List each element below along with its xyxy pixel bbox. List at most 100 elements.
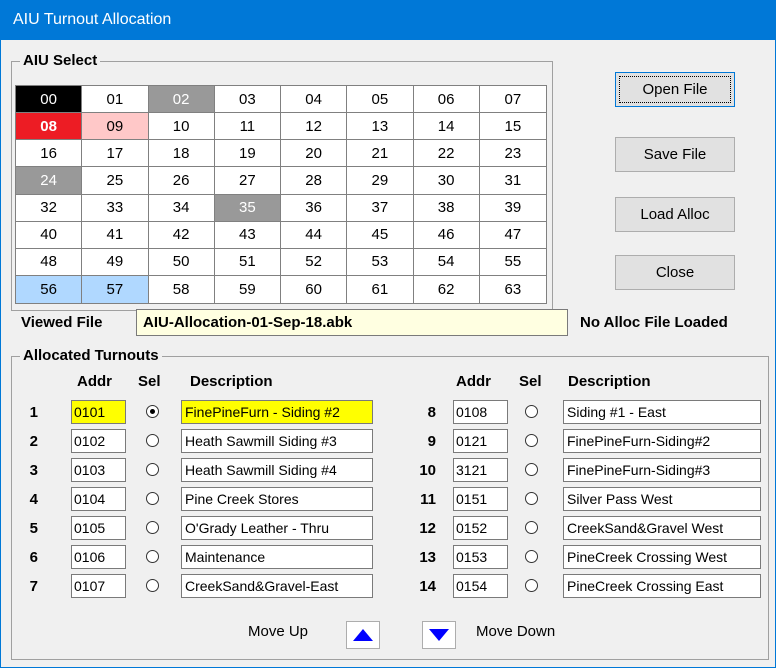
turnout-select-radio[interactable] xyxy=(146,521,159,534)
aiu-cell[interactable]: 31 xyxy=(479,167,546,195)
load-alloc-button[interactable]: Load Alloc xyxy=(615,197,735,232)
aiu-cell[interactable]: 27 xyxy=(214,167,281,195)
aiu-cell[interactable]: 37 xyxy=(347,194,414,222)
aiu-cell[interactable]: 61 xyxy=(347,275,414,303)
aiu-cell[interactable]: 32 xyxy=(16,194,83,222)
aiu-cell[interactable]: 55 xyxy=(479,249,546,276)
turnout-addr-field[interactable]: 0153 xyxy=(453,545,508,569)
turnout-description-field[interactable]: Silver Pass West xyxy=(563,487,761,511)
turnout-select-radio[interactable] xyxy=(525,405,538,418)
turnout-select-radio[interactable] xyxy=(525,579,538,592)
aiu-cell[interactable]: 50 xyxy=(148,248,215,276)
aiu-cell[interactable]: 01 xyxy=(82,86,149,114)
turnout-select-radio[interactable] xyxy=(525,550,538,563)
turnout-addr-field[interactable]: 0102 xyxy=(71,429,126,453)
aiu-cell[interactable]: 02 xyxy=(148,86,215,114)
aiu-cell[interactable]: 07 xyxy=(479,86,546,114)
aiu-cell[interactable]: 15 xyxy=(479,113,546,141)
aiu-cell[interactable]: 18 xyxy=(148,140,215,168)
aiu-cell[interactable]: 16 xyxy=(16,140,83,168)
aiu-cell[interactable]: 48 xyxy=(16,248,83,276)
move-up-button[interactable] xyxy=(346,621,380,649)
aiu-cell[interactable]: 23 xyxy=(479,140,546,168)
turnout-addr-field[interactable]: 3121 xyxy=(453,458,508,482)
aiu-cell[interactable]: 20 xyxy=(281,140,348,168)
turnout-select-radio[interactable] xyxy=(146,492,159,505)
aiu-cell[interactable]: 28 xyxy=(281,167,348,195)
aiu-cell[interactable]: 36 xyxy=(281,194,348,222)
turnout-addr-field[interactable]: 0152 xyxy=(453,516,508,540)
aiu-cell[interactable]: 45 xyxy=(347,221,414,249)
save-file-button[interactable]: Save File xyxy=(615,137,735,172)
aiu-cell[interactable]: 06 xyxy=(413,86,480,114)
turnout-select-radio[interactable] xyxy=(146,579,159,592)
turnout-addr-field[interactable]: 0151 xyxy=(453,487,508,511)
turnout-description-field[interactable]: Maintenance xyxy=(181,545,373,569)
aiu-cell[interactable]: 54 xyxy=(413,248,480,276)
aiu-cell[interactable]: 40 xyxy=(16,221,83,249)
aiu-cell[interactable]: 30 xyxy=(413,167,480,195)
turnout-description-field[interactable]: Siding #1 - East xyxy=(563,400,761,424)
turnout-select-radio[interactable] xyxy=(525,521,538,534)
aiu-cell[interactable]: 11 xyxy=(214,113,281,141)
turnout-description-field[interactable]: PineCreek Crossing West xyxy=(563,545,761,569)
close-button[interactable]: Close xyxy=(615,255,735,290)
aiu-cell[interactable]: 21 xyxy=(347,140,414,168)
aiu-cell[interactable]: 56 xyxy=(16,275,83,303)
aiu-cell[interactable]: 41 xyxy=(82,221,149,249)
aiu-cell[interactable]: 13 xyxy=(347,113,414,141)
aiu-cell[interactable]: 63 xyxy=(480,276,546,303)
aiu-cell[interactable]: 38 xyxy=(413,194,480,222)
aiu-cell[interactable]: 52 xyxy=(281,248,348,276)
aiu-cell[interactable]: 33 xyxy=(82,194,149,222)
turnout-addr-field[interactable]: 0106 xyxy=(71,545,126,569)
aiu-cell[interactable]: 58 xyxy=(149,275,215,303)
turnout-addr-field[interactable]: 0103 xyxy=(71,458,126,482)
aiu-cell[interactable]: 53 xyxy=(347,248,414,276)
turnout-select-radio[interactable] xyxy=(146,550,159,563)
aiu-cell[interactable]: 59 xyxy=(215,275,281,303)
turnout-addr-field[interactable]: 0101 xyxy=(71,400,126,424)
aiu-cell[interactable]: 57 xyxy=(82,275,149,303)
turnout-description-field[interactable]: Heath Sawmill Siding #3 xyxy=(181,429,373,453)
move-down-button[interactable] xyxy=(422,621,456,649)
turnout-select-radio[interactable] xyxy=(146,405,159,418)
turnout-addr-field[interactable]: 0154 xyxy=(453,574,508,598)
turnout-addr-field[interactable]: 0108 xyxy=(453,400,508,424)
aiu-cell[interactable]: 49 xyxy=(82,248,149,276)
turnout-addr-field[interactable]: 0107 xyxy=(71,574,126,598)
turnout-addr-field[interactable]: 0105 xyxy=(71,516,126,540)
aiu-cell[interactable]: 46 xyxy=(413,221,480,249)
turnout-description-field[interactable]: FinePineFurn-Siding#2 xyxy=(563,429,761,453)
open-file-button[interactable]: Open File xyxy=(615,72,735,107)
aiu-cell[interactable]: 05 xyxy=(347,86,414,114)
aiu-cell[interactable]: 14 xyxy=(413,113,480,141)
aiu-cell[interactable]: 25 xyxy=(82,167,149,195)
aiu-cell[interactable]: 47 xyxy=(479,222,546,249)
turnout-description-field[interactable]: Pine Creek Stores xyxy=(181,487,373,511)
aiu-cell[interactable]: 09 xyxy=(82,113,149,141)
aiu-cell[interactable]: 22 xyxy=(413,140,480,168)
aiu-cell[interactable]: 39 xyxy=(479,195,546,222)
turnout-description-field[interactable]: FinePineFurn-Siding#3 xyxy=(563,458,761,482)
aiu-cell[interactable]: 26 xyxy=(148,167,215,195)
aiu-cell[interactable]: 34 xyxy=(148,194,215,222)
aiu-cell[interactable]: 12 xyxy=(281,113,348,141)
turnout-select-radio[interactable] xyxy=(525,434,538,447)
aiu-cell[interactable]: 08 xyxy=(16,113,83,141)
aiu-cell[interactable]: 03 xyxy=(214,86,281,114)
turnout-addr-field[interactable]: 0121 xyxy=(453,429,508,453)
aiu-cell[interactable]: 29 xyxy=(347,167,414,195)
turnout-addr-field[interactable]: 0104 xyxy=(71,487,126,511)
aiu-cell[interactable]: 60 xyxy=(281,275,348,303)
aiu-cell[interactable]: 04 xyxy=(281,86,348,114)
turnout-description-field[interactable]: CreekSand&Gravel West xyxy=(563,516,761,540)
turnout-description-field[interactable]: O'Grady Leather - Thru xyxy=(181,516,373,540)
turnout-description-field[interactable]: Heath Sawmill Siding #4 xyxy=(181,458,373,482)
aiu-cell[interactable]: 17 xyxy=(82,140,149,168)
aiu-cell[interactable]: 62 xyxy=(414,275,480,303)
turnout-select-radio[interactable] xyxy=(525,492,538,505)
turnout-description-field[interactable]: CreekSand&Gravel-East xyxy=(181,574,373,598)
aiu-cell[interactable]: 19 xyxy=(214,140,281,168)
turnout-select-radio[interactable] xyxy=(146,434,159,447)
